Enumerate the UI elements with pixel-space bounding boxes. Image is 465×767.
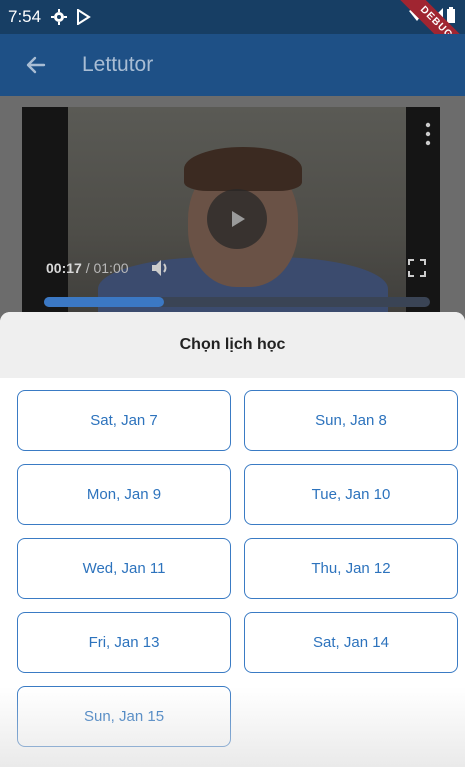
status-icons-left bbox=[51, 9, 91, 25]
date-button[interactable]: Wed, Jan 11 bbox=[17, 538, 231, 599]
video-duration: / 01:00 bbox=[85, 260, 129, 276]
battery-icon bbox=[447, 7, 455, 23]
play-store-icon bbox=[77, 9, 91, 25]
date-button[interactable]: Sat, Jan 7 bbox=[17, 390, 231, 451]
status-time: 7:54 bbox=[8, 7, 42, 26]
date-grid: Sat, Jan 7 Sun, Jan 8 Mon, Jan 9 Tue, Ja… bbox=[17, 390, 459, 747]
video-time-label: 00:17 / 01:00 bbox=[46, 260, 129, 276]
date-button[interactable]: Tue, Jan 10 bbox=[244, 464, 458, 525]
date-button[interactable]: Sun, Jan 15 bbox=[17, 686, 231, 747]
play-icon bbox=[232, 211, 245, 227]
play-button[interactable] bbox=[207, 189, 267, 249]
arrow-back-icon[interactable] bbox=[22, 51, 50, 79]
date-button[interactable]: Thu, Jan 12 bbox=[244, 538, 458, 599]
app-bar: Lettutor bbox=[0, 34, 465, 96]
app-title: Lettutor bbox=[82, 53, 154, 76]
more-vert-icon[interactable] bbox=[424, 121, 432, 147]
video-progress-track[interactable] bbox=[44, 297, 430, 307]
schedule-bottom-sheet: Chọn lịch học Sat, Jan 7 Sun, Jan 8 Mon,… bbox=[0, 312, 465, 767]
video-current-time: 00:17 bbox=[46, 260, 82, 276]
fullscreen-icon[interactable] bbox=[408, 259, 426, 277]
video-person-hair bbox=[184, 147, 302, 191]
status-bar: 7:54 DEBUG bbox=[0, 0, 465, 69]
date-button[interactable]: Sun, Jan 8 bbox=[244, 390, 458, 451]
volume-icon[interactable] bbox=[150, 257, 172, 279]
date-button[interactable]: Mon, Jan 9 bbox=[17, 464, 231, 525]
video-player[interactable]: 00:17 / 01:00 bbox=[22, 107, 440, 317]
sheet-title: Chọn lịch học bbox=[0, 312, 465, 378]
gear-icon bbox=[51, 9, 68, 25]
video-progress-fill bbox=[44, 297, 164, 307]
date-button[interactable]: Fri, Jan 13 bbox=[17, 612, 231, 673]
date-button[interactable]: Sat, Jan 14 bbox=[244, 612, 458, 673]
